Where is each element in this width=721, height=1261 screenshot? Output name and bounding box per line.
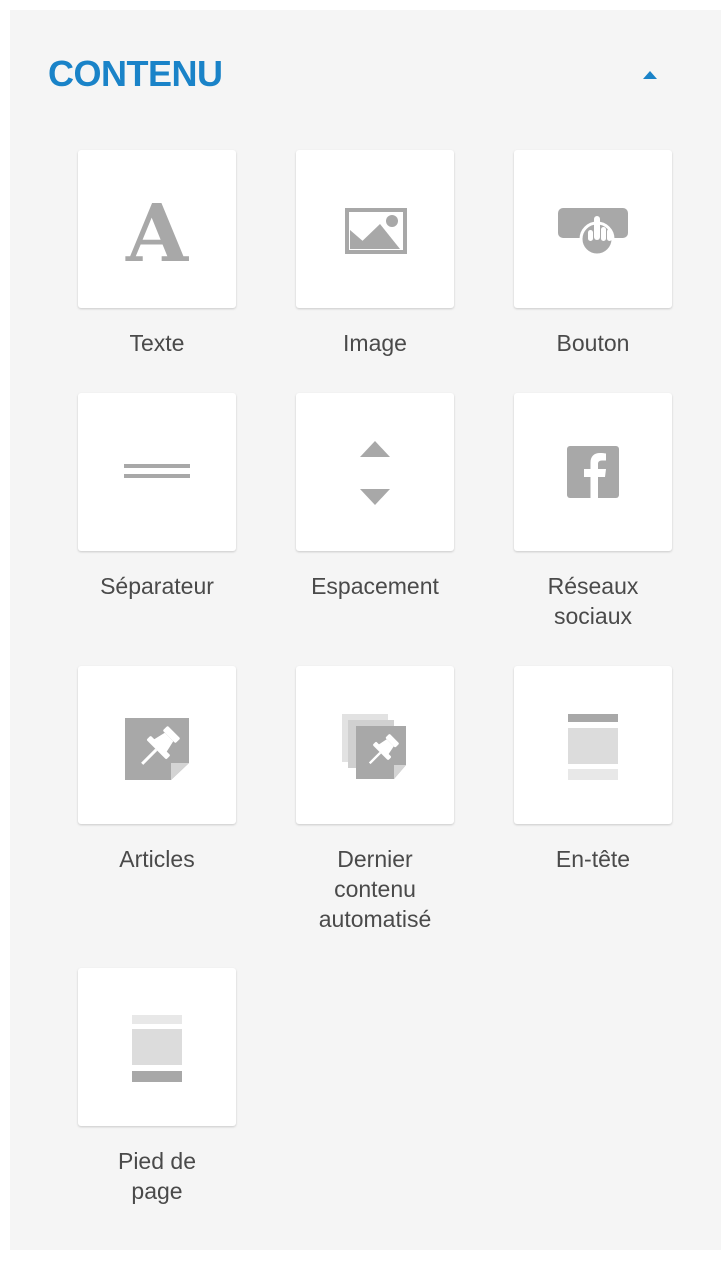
- block-label: Réseaux sociaux: [547, 573, 639, 629]
- footer-layout-icon: [132, 1015, 182, 1082]
- button-click-icon: [558, 208, 628, 257]
- pin-article-icon: [125, 718, 189, 780]
- block-tile[interactable]: [514, 393, 672, 551]
- block-tile[interactable]: [296, 393, 454, 551]
- block-tile[interactable]: [78, 393, 236, 551]
- image-icon: [345, 208, 407, 254]
- divider-icon: [124, 464, 190, 478]
- block-label: Séparateur: [100, 573, 214, 599]
- block-tile[interactable]: [296, 150, 454, 308]
- block-tile[interactable]: [78, 968, 236, 1126]
- content-block-grid: A Texte Image Bouton Séparateur Espaceme…: [10, 10, 721, 1250]
- block-tile[interactable]: [296, 666, 454, 824]
- block-label: Bouton: [556, 330, 630, 356]
- block-label: Pied de page: [117, 1148, 196, 1204]
- facebook-icon: [567, 446, 619, 498]
- header-layout-icon: [568, 714, 618, 780]
- block-tile[interactable]: [514, 666, 672, 824]
- block-label: En-tête: [555, 846, 631, 872]
- block-label: Espacement: [311, 573, 439, 599]
- content-panel: CONTENU A Texte Image Bouton Séparateur …: [10, 10, 721, 1250]
- block-label: Dernier contenu automatisé: [318, 846, 432, 932]
- block-label: Articles: [119, 846, 195, 872]
- block-label: Image: [343, 330, 407, 356]
- stacked-articles-icon: [342, 714, 406, 779]
- svg-text:A: A: [125, 186, 189, 280]
- text-icon: A: [125, 186, 189, 280]
- spacer-icon: [360, 441, 390, 505]
- block-tile[interactable]: [78, 666, 236, 824]
- block-label: Texte: [129, 330, 185, 356]
- block-tile[interactable]: A: [78, 150, 236, 308]
- block-tile[interactable]: [514, 150, 672, 308]
